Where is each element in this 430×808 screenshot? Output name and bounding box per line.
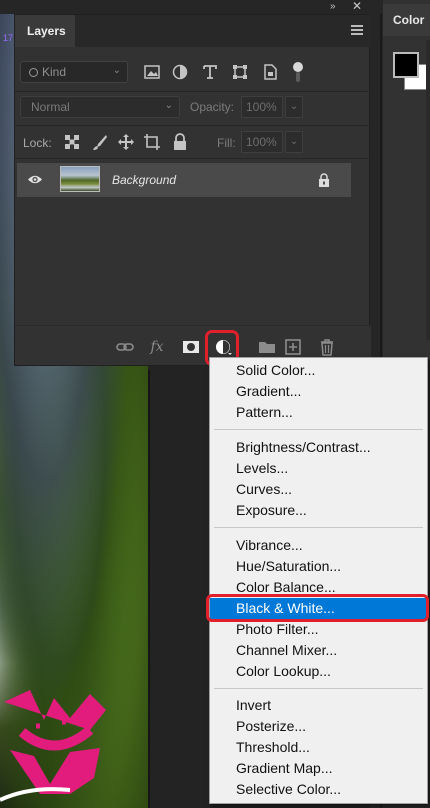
adjustment-filter-icon[interactable] (171, 63, 189, 81)
prevent-auto-nesting-icon[interactable] (143, 133, 161, 151)
panel-menu-icon[interactable] (351, 25, 363, 35)
menu-item-selective-color[interactable]: Selective Color... (210, 779, 427, 800)
menu-item-vibrance[interactable]: Vibrance... (210, 535, 427, 556)
menu-separator (214, 688, 423, 689)
menu-item-gradient-map[interactable]: Gradient Map... (210, 758, 427, 779)
fx-icon[interactable]: fx (147, 338, 167, 356)
fill-dropdown-icon[interactable]: ⌄ (285, 131, 303, 153)
black-white-highlight (206, 594, 429, 622)
menu-item-hue-saturation[interactable]: Hue/Saturation... (210, 556, 427, 577)
menu-separator (214, 429, 423, 430)
menu-item-invert[interactable]: Invert (210, 695, 427, 716)
menu-item-threshold[interactable]: Threshold... (210, 737, 427, 758)
blend-mode-value: Normal (31, 100, 70, 114)
eye-visibility-icon[interactable] (27, 174, 43, 185)
layer-name[interactable]: Background (112, 173, 176, 187)
shape-filter-icon[interactable] (231, 63, 249, 81)
blend-mode-select[interactable]: Normal ⌄ (20, 96, 180, 118)
layer-thumbnail[interactable] (60, 166, 100, 192)
fill-label: Fill: (217, 136, 236, 150)
link-icon[interactable] (115, 338, 135, 356)
smart-object-filter-icon[interactable] (261, 63, 279, 81)
menu-item-exposure[interactable]: Exposure... (210, 500, 427, 521)
menu-separator (214, 527, 423, 528)
menu-item-curves[interactable]: Curves... (210, 479, 427, 500)
canvas-gutter (148, 360, 210, 808)
side-number: 17 (3, 33, 14, 43)
menu-item-solid-color[interactable]: Solid Color... (210, 360, 427, 381)
menu-item-levels[interactable]: Levels... (210, 458, 427, 479)
color-panel-scrollbar[interactable] (426, 40, 430, 340)
close-icon[interactable]: ✕ (352, 0, 362, 13)
tab-layers[interactable]: Layers (15, 15, 75, 47)
layers-panel: Layers Kind ⌄ Normal ⌄ Opacity: 100% ⌄ L… (14, 14, 371, 366)
layer-row-background[interactable]: Background (17, 163, 351, 197)
adjustment-layer-menu: Solid Color... Gradient... Pattern... Br… (209, 357, 428, 804)
image-filter-icon[interactable] (143, 63, 161, 81)
menu-item-photo-filter[interactable]: Photo Filter... (210, 619, 427, 640)
lock-icon[interactable] (318, 173, 330, 187)
group-folder-icon[interactable] (257, 338, 277, 356)
lock-image-pixels-icon[interactable] (91, 133, 109, 151)
opacity-label: Opacity: (190, 100, 235, 114)
tab-bar: Layers (15, 15, 371, 47)
search-icon (29, 68, 38, 77)
menu-item-brightness-contrast[interactable]: Brightness/Contrast... (210, 437, 427, 458)
lock-transparent-pixels-icon[interactable] (63, 133, 81, 151)
trash-icon[interactable] (317, 338, 337, 356)
type-filter-icon[interactable] (201, 63, 219, 81)
chevron-down-icon: ⌄ (112, 65, 121, 76)
panel-top-bar (0, 0, 383, 14)
lock-all-icon[interactable] (171, 133, 189, 151)
lock-position-icon[interactable] (117, 133, 135, 151)
canvas-divider (148, 370, 150, 808)
watermark-logo (0, 690, 106, 802)
foreground-color-swatch[interactable] (393, 52, 419, 78)
chevron-down-icon: ⌄ (164, 100, 173, 111)
menu-item-channel-mixer[interactable]: Channel Mixer... (210, 640, 427, 661)
mask-icon[interactable] (181, 338, 201, 356)
collapse-panels-icon[interactable]: » (330, 1, 336, 12)
fill-input[interactable]: 100% (241, 131, 283, 153)
menu-item-pattern[interactable]: Pattern... (210, 402, 427, 423)
kind-filter-select[interactable]: Kind ⌄ (20, 61, 128, 83)
opacity-input[interactable]: 100% (241, 96, 283, 118)
menu-item-gradient[interactable]: Gradient... (210, 381, 427, 402)
kind-filter-label: Kind (42, 65, 67, 79)
new-layer-icon[interactable] (283, 338, 303, 356)
tab-color[interactable]: Color (383, 4, 430, 36)
lock-label: Lock: (23, 136, 52, 150)
opacity-dropdown-icon[interactable]: ⌄ (285, 96, 303, 118)
menu-item-posterize[interactable]: Posterize... (210, 716, 427, 737)
filter-toggle[interactable] (293, 62, 303, 84)
menu-item-color-lookup[interactable]: Color Lookup... (210, 661, 427, 682)
